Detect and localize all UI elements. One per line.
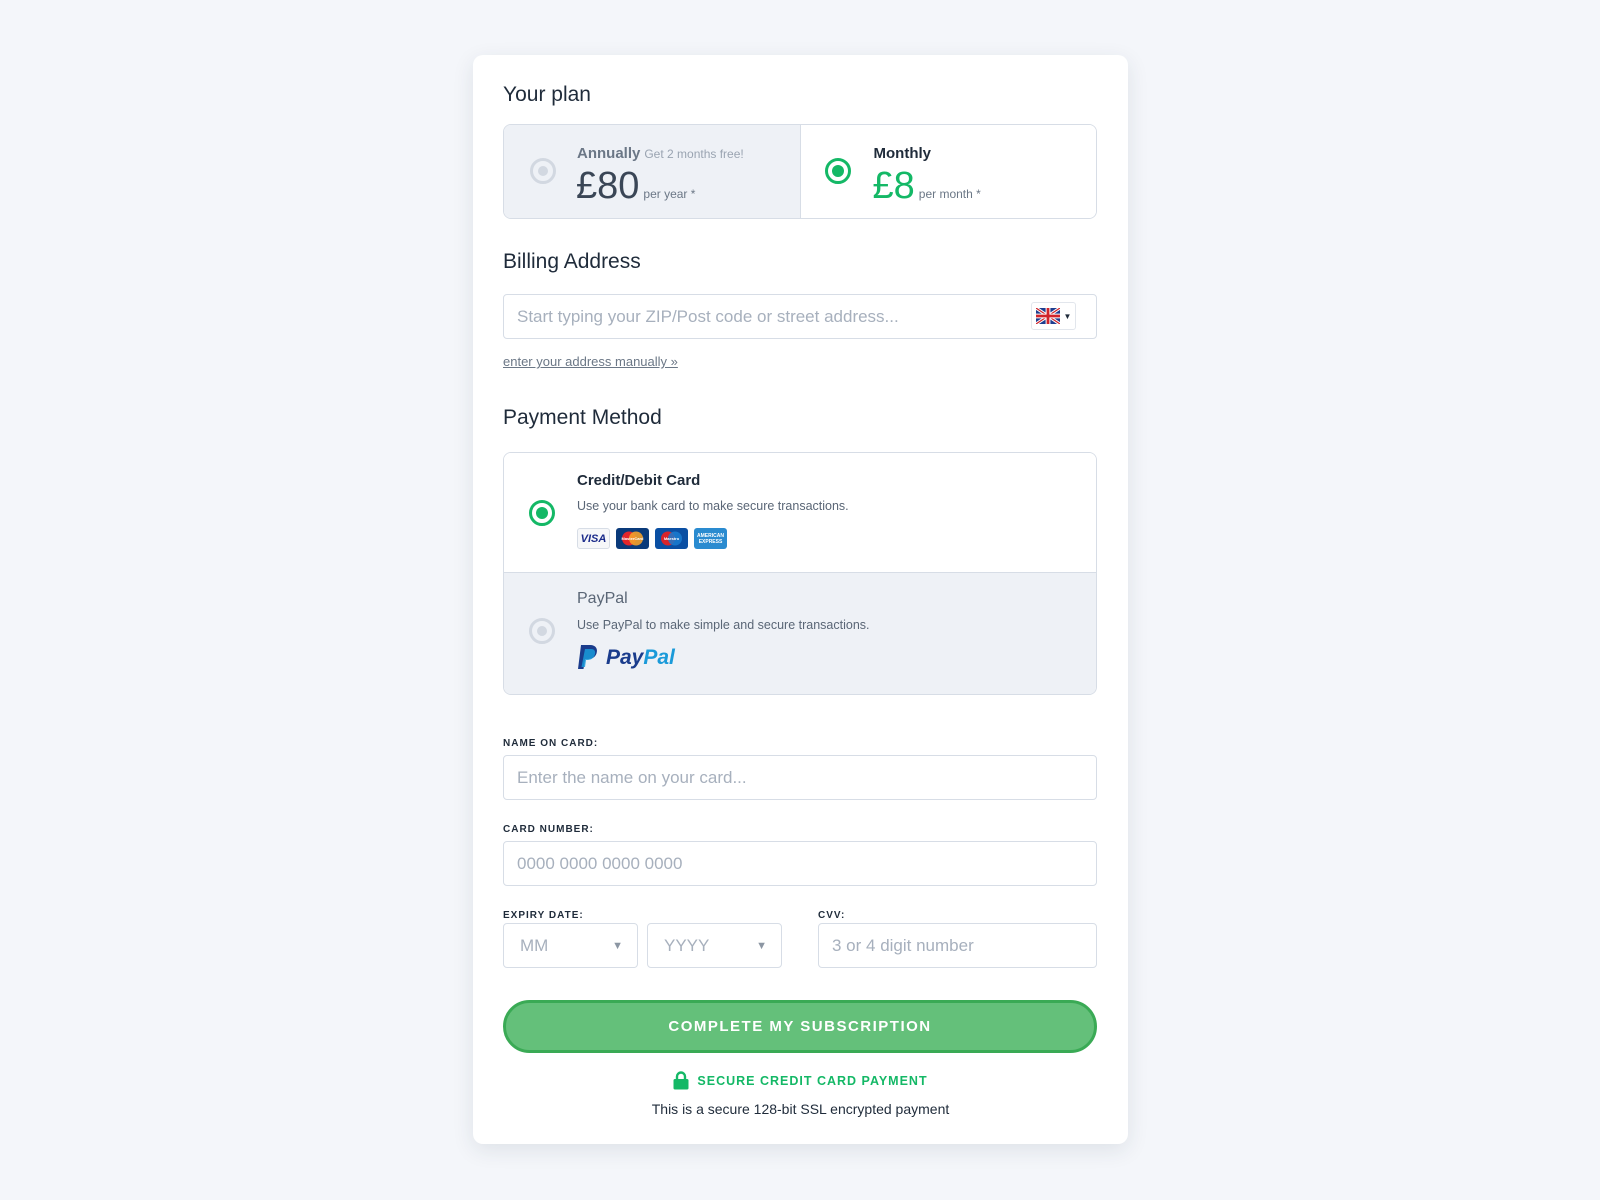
price-amount: £8 <box>872 165 915 207</box>
plan-option-annually[interactable]: Annually Get 2 months free! £80 per year … <box>504 125 801 218</box>
checkout-card: Your plan Annually Get 2 months free! £80… <box>473 55 1128 1144</box>
expiry-year-select[interactable]: YYYY ▼ <box>647 923 782 968</box>
lock-icon <box>673 1071 689 1090</box>
payment-section-title: Payment Method <box>503 406 662 429</box>
chevron-down-icon: ▼ <box>756 939 767 952</box>
paypal-wordmark-pal: Pal <box>643 645 675 669</box>
name-on-card-input[interactable] <box>503 755 1097 800</box>
annual-radio[interactable] <box>530 158 556 184</box>
mastercard-icon: MasterCard <box>621 531 644 546</box>
mastercard-text: MasterCard <box>621 536 644 541</box>
cvv-input[interactable] <box>818 923 1097 968</box>
expiry-date-label: EXPIRY DATE: <box>503 910 584 921</box>
address-search-input[interactable] <box>503 294 1097 339</box>
payment-method-selector: Credit/Debit Card Use your bank card to … <box>503 452 1097 695</box>
payment-option-card[interactable]: Credit/Debit Card Use your bank card to … <box>504 453 1096 573</box>
complete-subscription-button[interactable]: COMPLETE MY SUBSCRIPTION <box>503 1000 1097 1053</box>
chevron-down-icon: ▼ <box>1063 311 1072 321</box>
amex-logo: AMERICAN EXPRESS <box>694 528 727 549</box>
secure-payment-note: This is a secure 128-bit SSL encrypted p… <box>651 1101 950 1117</box>
payment-option-paypal[interactable]: PayPal Use PayPal to make simple and sec… <box>504 573 1096 694</box>
enter-address-manually-link[interactable]: enter your address manually » <box>503 354 678 369</box>
expiry-month-value: MM <box>520 935 549 955</box>
expiry-year-value: YYYY <box>664 935 710 955</box>
expiry-month-select[interactable]: MM ▼ <box>503 923 638 968</box>
plan-price: £80 per year * <box>576 165 695 208</box>
maestro-text: Maestro <box>664 536 680 541</box>
card-radio[interactable] <box>529 500 555 526</box>
price-amount: £80 <box>576 165 640 207</box>
plan-selector: Annually Get 2 months free! £80 per year … <box>503 124 1097 219</box>
billing-section-title: Billing Address <box>503 250 641 273</box>
monthly-radio[interactable] <box>824 158 851 184</box>
paypal-icon <box>578 645 597 669</box>
plan-section-title: Your plan <box>503 83 591 106</box>
paypal-wordmark: PayPal <box>606 646 675 670</box>
plan-price: £8 per month * <box>873 165 981 208</box>
plan-name-text: Annually <box>577 145 641 162</box>
payment-method-title: PayPal <box>577 590 628 607</box>
card-number-label: CARD NUMBER: <box>503 824 594 835</box>
secure-payment-header: SECURE CREDIT CARD PAYMENT <box>473 1071 1128 1090</box>
plan-name: Monthly <box>873 145 932 162</box>
plan-badge: Get 2 months free! <box>644 147 744 161</box>
visa-logo: VISA <box>577 528 610 549</box>
payment-method-description: Use your bank card to make secure transa… <box>577 499 849 513</box>
chevron-down-icon: ▼ <box>612 939 623 952</box>
price-unit: per month * <box>918 187 981 201</box>
payment-method-title: Credit/Debit Card <box>577 472 701 489</box>
uk-flag-icon <box>1035 308 1060 324</box>
country-selector[interactable]: ▼ <box>1031 302 1076 330</box>
card-number-input[interactable] <box>503 841 1097 886</box>
plan-name: Annually Get 2 months free! <box>577 145 744 162</box>
mastercard-logo: MasterCard <box>616 528 649 549</box>
payment-method-description: Use PayPal to make simple and secure tra… <box>577 618 870 632</box>
maestro-logo: Maestro <box>655 528 688 549</box>
paypal-wordmark-pay: Pay <box>606 645 644 669</box>
maestro-icon: Maestro <box>661 531 682 546</box>
paypal-radio[interactable] <box>529 618 555 644</box>
secure-payment-title: SECURE CREDIT CARD PAYMENT <box>697 1073 928 1088</box>
name-on-card-label: NAME ON CARD: <box>503 738 599 749</box>
price-unit: per year * <box>643 187 696 201</box>
card-logos: VISA MasterCard Maestro AMERICAN EXPRESS <box>577 528 727 549</box>
plan-option-monthly[interactable]: Monthly £8 per month * <box>800 125 1096 218</box>
paypal-logo: PayPal <box>577 645 675 670</box>
cvv-label: CVV: <box>818 910 846 921</box>
